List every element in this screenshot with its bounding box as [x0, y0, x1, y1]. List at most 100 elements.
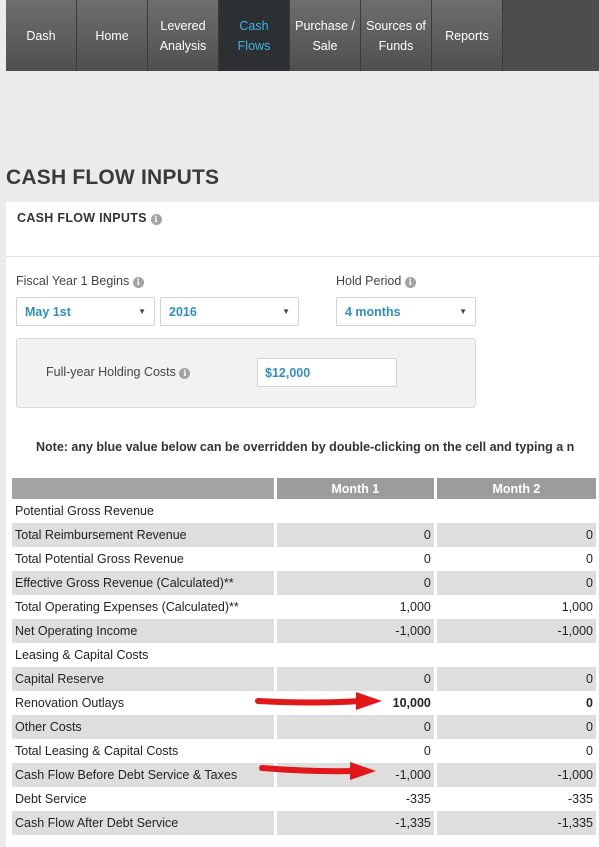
row-label: Cash Flow Before Debt Service & Taxes	[12, 763, 274, 787]
nav-dash[interactable]: Dash	[6, 0, 77, 71]
month-2-value[interactable]: -1,000	[436, 763, 596, 787]
holding-costs-value: $12,000	[265, 365, 311, 380]
cash-flow-panel: CASH FLOW INPUTS i Fiscal Year 1 Begins …	[6, 202, 599, 847]
nav-cash-flows[interactable]: Cash Flows	[219, 0, 290, 71]
month-1-value[interactable]: 0	[277, 547, 434, 571]
nav-levered-analysis-label: Levered Analysis	[159, 18, 207, 53]
row-label: Other Costs	[12, 715, 274, 739]
month-2-value[interactable]: -1,000	[436, 619, 596, 643]
month-2-value[interactable]: 0	[437, 739, 596, 763]
month-2-value[interactable]: 0	[437, 691, 596, 715]
month-1-value[interactable]: -1,000	[276, 619, 434, 643]
month-1-value[interactable]: 1,000	[277, 595, 434, 619]
hold-period-label-wrap: Hold Period i	[336, 274, 416, 288]
row-label: Total Leasing & Capital Costs	[15, 744, 179, 758]
fiscal-month-value: May 1st	[25, 304, 71, 319]
month-1-value[interactable]	[277, 499, 434, 523]
hold-period-value: 4 months	[345, 304, 401, 319]
nav-purchase-sale[interactable]: Purchase / Sale	[290, 0, 361, 71]
table-header-month-2: Month 2	[436, 478, 596, 499]
table-row: Net Operating Income -1,000 -1,000	[12, 619, 596, 643]
holding-costs-label: Full-year Holding Costs	[46, 365, 176, 379]
info-icon[interactable]: i	[132, 277, 144, 288]
month-1-value[interactable]	[277, 643, 434, 667]
panel-header: CASH FLOW INPUTS i	[6, 202, 599, 257]
row-label: Renovation Outlays	[15, 696, 125, 710]
month-1-value[interactable]: -335	[277, 787, 434, 811]
month-2-value[interactable]: -1,335	[436, 811, 596, 835]
row-label: Leasing & Capital Costs	[15, 648, 149, 662]
holding-costs-box: Full-year Holding Costs i $12,000	[16, 338, 476, 408]
month-2-value[interactable]: 0	[436, 571, 596, 595]
table-row: Potential Gross Revenue	[12, 499, 596, 523]
table-header-row: Month 1 Month 2	[12, 478, 596, 499]
nav-reports-label: Reports	[445, 28, 489, 43]
month-2-value[interactable]: 0	[436, 667, 596, 691]
nav-filler	[503, 0, 599, 71]
table-row: Other Costs 0 0	[12, 715, 596, 739]
month-2-value[interactable]	[437, 499, 596, 523]
row-label: Total Operating Expenses (Calculated)**	[15, 600, 239, 614]
info-icon[interactable]: i	[404, 277, 416, 288]
month-1-value[interactable]: 0	[276, 523, 434, 547]
month-1-value[interactable]: 0	[276, 715, 434, 739]
table-header-month-1: Month 1	[276, 478, 434, 499]
month-2-value[interactable]: 0	[436, 523, 596, 547]
month-2-value[interactable]	[437, 643, 596, 667]
fiscal-year-select[interactable]: 2016 ▼	[160, 297, 299, 326]
nav-sources-of-funds[interactable]: Sources of Funds	[361, 0, 432, 71]
fiscal-month-select[interactable]: May 1st ▼	[16, 297, 155, 326]
page-title: CASH FLOW INPUTS	[6, 166, 220, 189]
chevron-down-icon: ▼	[138, 307, 146, 316]
nav-reports[interactable]: Reports	[432, 0, 503, 71]
month-1-value[interactable]: 0	[276, 667, 434, 691]
fiscal-year-label: Fiscal Year 1 Begins	[16, 274, 130, 288]
table-row: Debt Service -335 -335	[12, 787, 596, 811]
top-nav: Dash Home Levered Analysis Cash Flows Pu…	[6, 0, 599, 71]
panel-title: CASH FLOW INPUTS	[17, 211, 147, 225]
arrow-annotation-icon	[259, 762, 376, 780]
fiscal-year-value: 2016	[169, 304, 197, 319]
month-2-value[interactable]: 1,000	[437, 595, 596, 619]
table-row: Capital Reserve 0 0	[12, 667, 596, 691]
override-note: Note: any blue value below can be overri…	[36, 440, 575, 454]
month-1-value[interactable]: -1,335	[276, 811, 434, 835]
fiscal-year-label-wrap: Fiscal Year 1 Begins i	[16, 274, 144, 288]
row-label: Debt Service	[15, 792, 87, 806]
holding-costs-input[interactable]: $12,000	[257, 358, 397, 387]
row-label: Cash Flow After Debt Service	[12, 811, 274, 835]
table-row: Total Reimbursement Revenue 0 0	[12, 523, 596, 547]
row-label: Effective Gross Revenue (Calculated)**	[12, 571, 274, 595]
hold-period-label: Hold Period	[336, 274, 402, 288]
nav-dash-label: Dash	[26, 28, 56, 43]
month-2-value[interactable]: 0	[437, 547, 596, 571]
nav-home-label: Home	[95, 28, 129, 43]
row-label: Potential Gross Revenue	[15, 504, 154, 518]
nav-levered-analysis[interactable]: Levered Analysis	[148, 0, 219, 71]
month-1-value[interactable]: 0	[276, 571, 434, 595]
nav-cash-flows-label: Cash Flows	[237, 18, 271, 53]
table-row: Effective Gross Revenue (Calculated)** 0 0	[12, 571, 596, 595]
row-label: Total Reimbursement Revenue	[12, 523, 274, 547]
chevron-down-icon: ▼	[459, 307, 467, 316]
info-icon[interactable]: i	[179, 368, 191, 379]
row-label: Total Potential Gross Revenue	[15, 552, 184, 566]
month-2-value[interactable]: 0	[436, 715, 596, 739]
table-row: Leasing & Capital Costs	[12, 643, 596, 667]
month-2-value[interactable]: -335	[437, 787, 596, 811]
nav-home[interactable]: Home	[77, 0, 148, 71]
nav-purchase-sale-label: Purchase / Sale	[295, 18, 355, 53]
holding-costs-label-wrap: Full-year Holding Costs i	[46, 365, 191, 379]
nav-sources-of-funds-label: Sources of Funds	[366, 18, 426, 53]
row-label: Net Operating Income	[12, 619, 274, 643]
arrow-annotation-icon	[255, 692, 382, 710]
info-icon[interactable]: i	[150, 214, 162, 225]
table-row: Total Operating Expenses (Calculated)** 1…	[12, 595, 596, 619]
row-label: Capital Reserve	[12, 667, 274, 691]
chevron-down-icon: ▼	[282, 307, 290, 316]
table-row: Total Potential Gross Revenue 0 0	[12, 547, 596, 571]
hold-period-select[interactable]: 4 months ▼	[336, 297, 476, 326]
cash-flow-table: Month 1 Month 2 Potential Gross Revenue T…	[9, 478, 599, 835]
table-row: Cash Flow After Debt Service -1,335 -1,335	[12, 811, 596, 835]
table-header-label	[12, 478, 274, 499]
